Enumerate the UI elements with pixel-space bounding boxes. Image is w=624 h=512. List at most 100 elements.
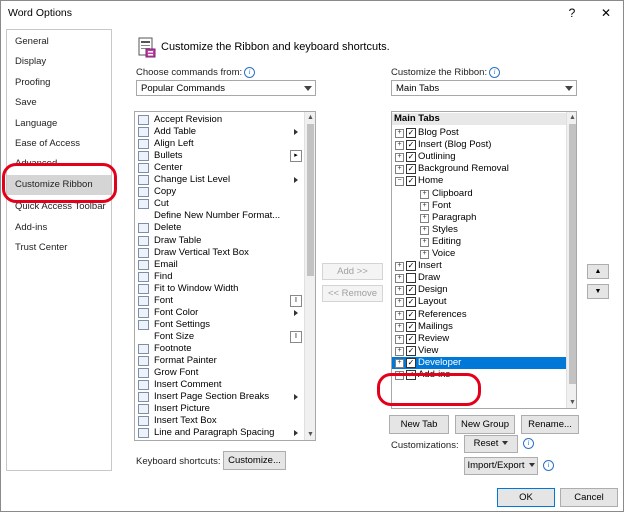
- add-button[interactable]: Add >>: [322, 263, 383, 280]
- command-item[interactable]: Center: [135, 162, 303, 174]
- ribbon-tab-font[interactable]: + Font: [392, 200, 566, 212]
- command-item[interactable]: Bullets ▸: [135, 150, 303, 163]
- sidebar-item-ease-of-access[interactable]: Ease of Access: [7, 134, 111, 154]
- tab-checkbox[interactable]: ✓: [406, 176, 416, 187]
- command-item[interactable]: Fit to Window Width: [135, 283, 303, 295]
- command-item[interactable]: Font Color: [135, 307, 303, 319]
- sidebar-item-advanced[interactable]: Advanced: [7, 154, 111, 174]
- expand-icon[interactable]: +: [395, 262, 404, 272]
- command-item[interactable]: Grow Font: [135, 367, 303, 379]
- cancel-button[interactable]: Cancel: [560, 488, 618, 507]
- expand-icon[interactable]: +: [395, 286, 404, 296]
- command-item[interactable]: Find: [135, 271, 303, 283]
- expand-icon[interactable]: +: [420, 189, 429, 199]
- ribbon-tab-developer[interactable]: + ✓ Developer: [392, 356, 566, 369]
- choose-commands-dropdown[interactable]: Popular Commands: [136, 80, 316, 96]
- tree-scrollbar[interactable]: ▲ ▼: [566, 112, 576, 408]
- expand-icon[interactable]: +: [395, 141, 404, 151]
- command-item[interactable]: Link: [135, 439, 303, 440]
- expand-icon[interactable]: +: [420, 213, 429, 223]
- command-item[interactable]: Format Painter: [135, 355, 303, 367]
- expand-icon[interactable]: +: [395, 334, 404, 344]
- command-item[interactable]: Define New Number Format...: [135, 210, 303, 222]
- ribbon-tab-add-ins[interactable]: + ✓ Add-ins: [392, 369, 566, 381]
- tab-checkbox[interactable]: ✓: [406, 333, 416, 344]
- collapse-icon[interactable]: −: [395, 177, 404, 187]
- close-icon[interactable]: ✕: [595, 4, 617, 22]
- expand-icon[interactable]: +: [395, 165, 404, 175]
- help-icon[interactable]: ?: [561, 4, 583, 22]
- tab-checkbox[interactable]: ✓: [406, 140, 416, 151]
- tab-checkbox[interactable]: ✓: [406, 285, 416, 296]
- ribbon-tab-review[interactable]: + ✓ Review: [392, 333, 566, 345]
- expand-icon[interactable]: +: [395, 298, 404, 308]
- command-item[interactable]: Add Table: [135, 126, 303, 138]
- ribbon-tab-styles[interactable]: + Styles: [392, 224, 566, 236]
- expand-icon[interactable]: +: [395, 322, 404, 332]
- ribbon-tab-clipboard[interactable]: + Clipboard: [392, 188, 566, 200]
- tab-checkbox[interactable]: ✓: [406, 345, 416, 356]
- command-item[interactable]: Line and Paragraph Spacing: [135, 427, 303, 439]
- move-down-button[interactable]: ▼: [587, 284, 609, 299]
- scroll-up-icon[interactable]: ▲: [567, 112, 576, 123]
- expand-icon[interactable]: +: [395, 310, 404, 320]
- command-item[interactable]: Font I: [135, 294, 303, 307]
- scroll-down-icon[interactable]: ▼: [567, 397, 576, 408]
- scroll-thumb[interactable]: [307, 124, 314, 276]
- ribbon-tab-references[interactable]: + ✓ References: [392, 309, 566, 321]
- commands-list[interactable]: ▲ ▼ Accept Revision Add Table Align Left Bu…: [134, 111, 316, 441]
- command-item[interactable]: Email: [135, 259, 303, 271]
- command-item[interactable]: Insert Picture: [135, 403, 303, 415]
- reset-button[interactable]: Reset: [464, 435, 518, 453]
- command-item[interactable]: Align Left: [135, 138, 303, 150]
- expand-icon[interactable]: +: [395, 371, 404, 380]
- command-item[interactable]: Delete: [135, 222, 303, 234]
- sidebar-item-proofing[interactable]: Proofing: [7, 73, 111, 93]
- tab-checkbox[interactable]: ✓: [406, 370, 416, 380]
- command-item[interactable]: Font Settings: [135, 319, 303, 331]
- customize-shortcuts-button[interactable]: Customize...: [223, 451, 286, 470]
- new-tab-button[interactable]: New Tab: [389, 415, 449, 434]
- ribbon-tab-mailings[interactable]: + ✓ Mailings: [392, 321, 566, 333]
- ribbon-tab-insert[interactable]: + ✓ Insert: [392, 260, 566, 272]
- customize-ribbon-dropdown[interactable]: Main Tabs: [391, 80, 577, 96]
- tab-checkbox[interactable]: ✓: [406, 152, 416, 163]
- ribbon-tab-design[interactable]: + ✓ Design: [392, 284, 566, 296]
- ribbon-tab-background-removal[interactable]: + ✓ Background Removal: [392, 163, 566, 175]
- expand-icon[interactable]: +: [420, 237, 429, 247]
- ribbon-tab-layout[interactable]: + ✓ Layout: [392, 296, 566, 308]
- tab-checkbox[interactable]: ✓: [406, 297, 416, 308]
- expand-icon[interactable]: +: [420, 225, 429, 235]
- tab-checkbox[interactable]: ✓: [406, 321, 416, 332]
- sidebar-item-general[interactable]: General: [7, 32, 111, 52]
- expand-icon[interactable]: +: [395, 274, 404, 284]
- ribbon-tab-blog-post[interactable]: + ✓ Blog Post: [392, 127, 566, 139]
- command-item[interactable]: Copy: [135, 186, 303, 198]
- ribbon-tab-outlining[interactable]: + ✓ Outlining: [392, 151, 566, 163]
- command-item[interactable]: Footnote: [135, 343, 303, 355]
- ribbon-tab-draw[interactable]: + Draw: [392, 272, 566, 284]
- tab-checkbox[interactable]: ✓: [406, 261, 416, 272]
- tab-checkbox[interactable]: ✓: [406, 357, 416, 368]
- ribbon-tab-paragraph[interactable]: + Paragraph: [392, 212, 566, 224]
- import-export-button[interactable]: Import/Export: [464, 457, 538, 475]
- sidebar-item-save[interactable]: Save: [7, 93, 111, 113]
- scroll-up-icon[interactable]: ▲: [305, 112, 315, 123]
- command-item[interactable]: Insert Text Box: [135, 415, 303, 427]
- move-up-button[interactable]: ▲: [587, 264, 609, 279]
- ribbon-tab-voice[interactable]: + Voice: [392, 248, 566, 260]
- expand-icon[interactable]: +: [395, 153, 404, 163]
- expand-icon[interactable]: +: [395, 129, 404, 138]
- expand-icon[interactable]: +: [420, 250, 429, 259]
- command-item[interactable]: Draw Table: [135, 235, 303, 247]
- sidebar-item-display[interactable]: Display: [7, 52, 111, 72]
- rename-button[interactable]: Rename...: [521, 415, 579, 434]
- scroll-down-icon[interactable]: ▼: [305, 429, 315, 440]
- command-item[interactable]: Insert Page Section Breaks: [135, 391, 303, 403]
- new-group-button[interactable]: New Group: [455, 415, 515, 434]
- command-item[interactable]: Insert Comment: [135, 379, 303, 391]
- ribbon-tab-editing[interactable]: + Editing: [392, 236, 566, 248]
- expand-icon[interactable]: +: [395, 358, 404, 368]
- expand-icon[interactable]: +: [420, 201, 429, 211]
- sidebar-item-language[interactable]: Language: [7, 114, 111, 134]
